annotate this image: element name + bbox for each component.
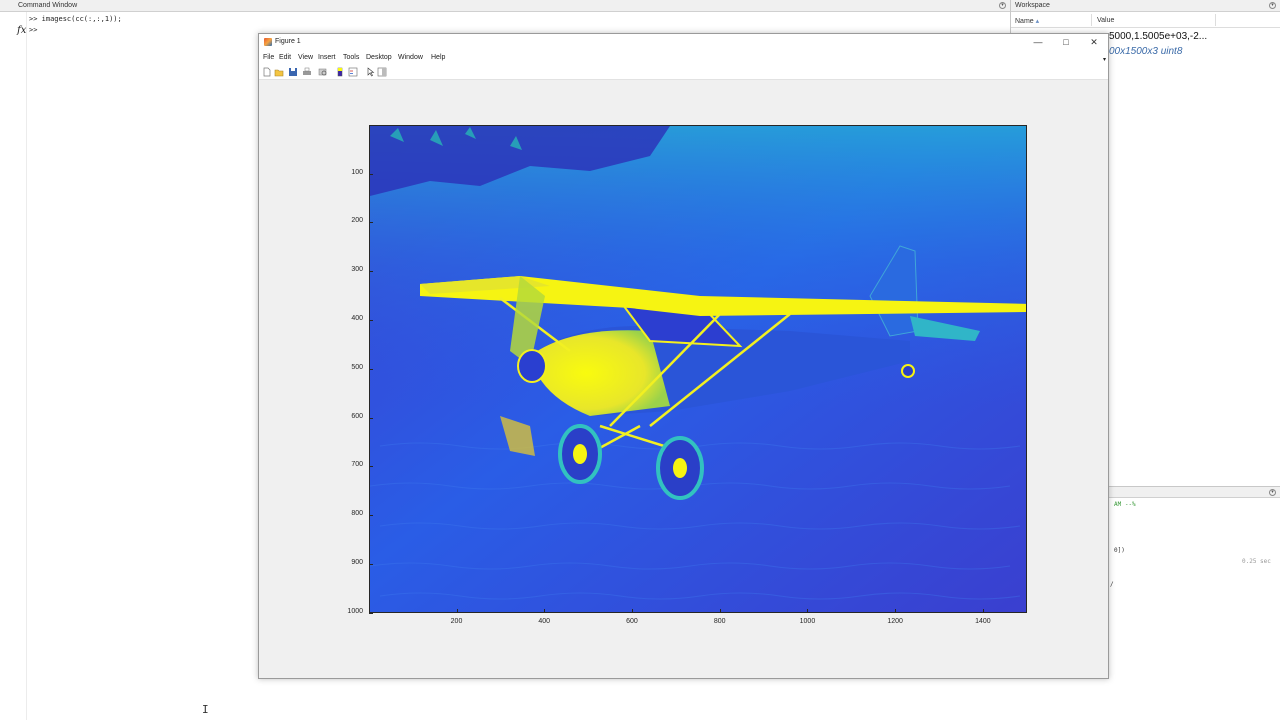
history-timing: 0.25 sec (1242, 558, 1271, 565)
heatmap-image (370, 126, 1026, 612)
open-file-icon[interactable] (274, 67, 284, 77)
y-tick-label: 500 (351, 363, 363, 371)
figure-title-bar[interactable]: Figure 1 — □ ✕ (259, 34, 1108, 51)
close-button[interactable]: ✕ (1080, 35, 1108, 49)
menu-file[interactable]: File (263, 54, 274, 61)
y-tick-label: 200 (351, 217, 363, 225)
column-divider[interactable] (1215, 14, 1216, 26)
x-tick-mark (544, 609, 546, 613)
menu-view[interactable]: View (298, 54, 313, 61)
workspace-title: Workspace (1015, 2, 1050, 9)
x-tick-label: 400 (538, 618, 551, 625)
y-tick-mark (369, 173, 373, 175)
y-tick-mark (369, 515, 373, 517)
image-axes[interactable] (369, 125, 1027, 613)
pointer-icon[interactable] (365, 67, 375, 77)
command-history-line: >> imagesc(cc(:,:,1)); (29, 15, 122, 23)
workspace-value[interactable]: 00x1500x3 uint8 (1109, 46, 1182, 57)
function-browser-icon[interactable]: fx (17, 25, 26, 36)
y-tick-label: 100 (351, 168, 363, 176)
y-tick-mark (369, 417, 373, 419)
x-tick-mark (719, 609, 721, 613)
y-tick-label: 1000 (347, 607, 363, 615)
workspace-header: Name ▴ Value (1011, 12, 1280, 28)
menu-help[interactable]: Help (431, 54, 445, 61)
colorbar-icon[interactable] (335, 67, 345, 77)
y-tick-label: 700 (351, 461, 363, 469)
history-entry[interactable]: AM --% (1114, 501, 1136, 508)
y-tick-mark (369, 612, 373, 614)
minimize-button[interactable]: — (1024, 35, 1052, 49)
workspace-title-bar: Workspace ▾ (1011, 0, 1280, 12)
figure-window[interactable]: Figure 1 — □ ✕ File Edit View Insert Too… (258, 33, 1109, 679)
menu-tools[interactable]: Tools (343, 54, 359, 61)
x-tick-label: 600 (626, 618, 638, 625)
figure-toolbar (259, 64, 1108, 80)
history-entry[interactable]: 0]) (1114, 547, 1125, 554)
legend-icon[interactable] (348, 67, 358, 77)
column-header-value[interactable]: Value (1097, 17, 1114, 24)
y-tick-label: 900 (351, 558, 363, 566)
history-entry[interactable]: / (1110, 581, 1114, 588)
workspace-value[interactable]: 5000,1.5005e+03,-2... (1109, 31, 1207, 42)
command-window-title-bar: Command Window ▾ (0, 0, 1010, 12)
y-tick-mark (369, 222, 373, 224)
panel-options-icon[interactable]: ▾ (1269, 489, 1276, 496)
x-tick-mark (807, 609, 809, 613)
x-tick-mark (456, 609, 458, 613)
y-tick-label: 300 (351, 266, 363, 274)
matlab-logo-icon (264, 38, 272, 46)
x-tick-label: 800 (713, 618, 726, 625)
y-tick-mark (369, 368, 373, 370)
x-tick-mark (631, 609, 633, 613)
column-header-name-label: Name (1015, 18, 1034, 25)
menu-desktop[interactable]: Desktop (366, 54, 392, 61)
maximize-button[interactable]: □ (1052, 35, 1080, 49)
y-tick-mark (369, 563, 373, 565)
column-header-name[interactable]: Name ▴ (1015, 17, 1039, 25)
y-tick-mark (369, 319, 373, 321)
menu-edit[interactable]: Edit (279, 54, 291, 61)
menu-window[interactable]: Window (398, 54, 423, 61)
print-icon[interactable] (302, 67, 312, 77)
panel-options-icon[interactable]: ▾ (999, 2, 1006, 9)
y-tick-label: 600 (351, 412, 363, 420)
command-window-title: Command Window (18, 2, 78, 9)
y-tick-mark (369, 271, 373, 273)
x-tick-label: 1400 (975, 618, 991, 625)
y-tick-label: 400 (351, 314, 363, 322)
text-cursor-icon: I (202, 703, 209, 716)
y-tick-mark (369, 466, 373, 468)
x-tick-label: 200 (450, 618, 463, 625)
plot-tools-icon[interactable] (377, 67, 387, 77)
y-tick-label: 800 (351, 510, 363, 518)
command-prompt[interactable]: >> (29, 26, 37, 34)
sort-arrow-icon: ▴ (1035, 18, 1040, 25)
x-tick-label: 1000 (799, 618, 816, 625)
figure-menu-bar: File Edit View Insert Tools Desktop Wind… (259, 51, 1108, 64)
x-tick-mark (895, 609, 897, 613)
x-tick-mark (982, 609, 984, 613)
menu-insert[interactable]: Insert (318, 54, 336, 61)
figure-canvas: 100 200 300 400 500 600 700 800 900 1000… (259, 80, 1108, 678)
menu-expand-arrow-icon[interactable]: ▾ (1103, 56, 1106, 63)
new-figure-icon[interactable] (262, 67, 272, 77)
figure-title: Figure 1 (275, 38, 301, 45)
print-preview-icon[interactable] (318, 67, 328, 77)
save-icon[interactable] (288, 67, 298, 77)
column-divider[interactable] (1091, 14, 1092, 26)
x-tick-label: 1200 (887, 618, 903, 625)
gutter-divider (26, 12, 27, 720)
panel-options-icon[interactable]: ▾ (1269, 2, 1276, 9)
